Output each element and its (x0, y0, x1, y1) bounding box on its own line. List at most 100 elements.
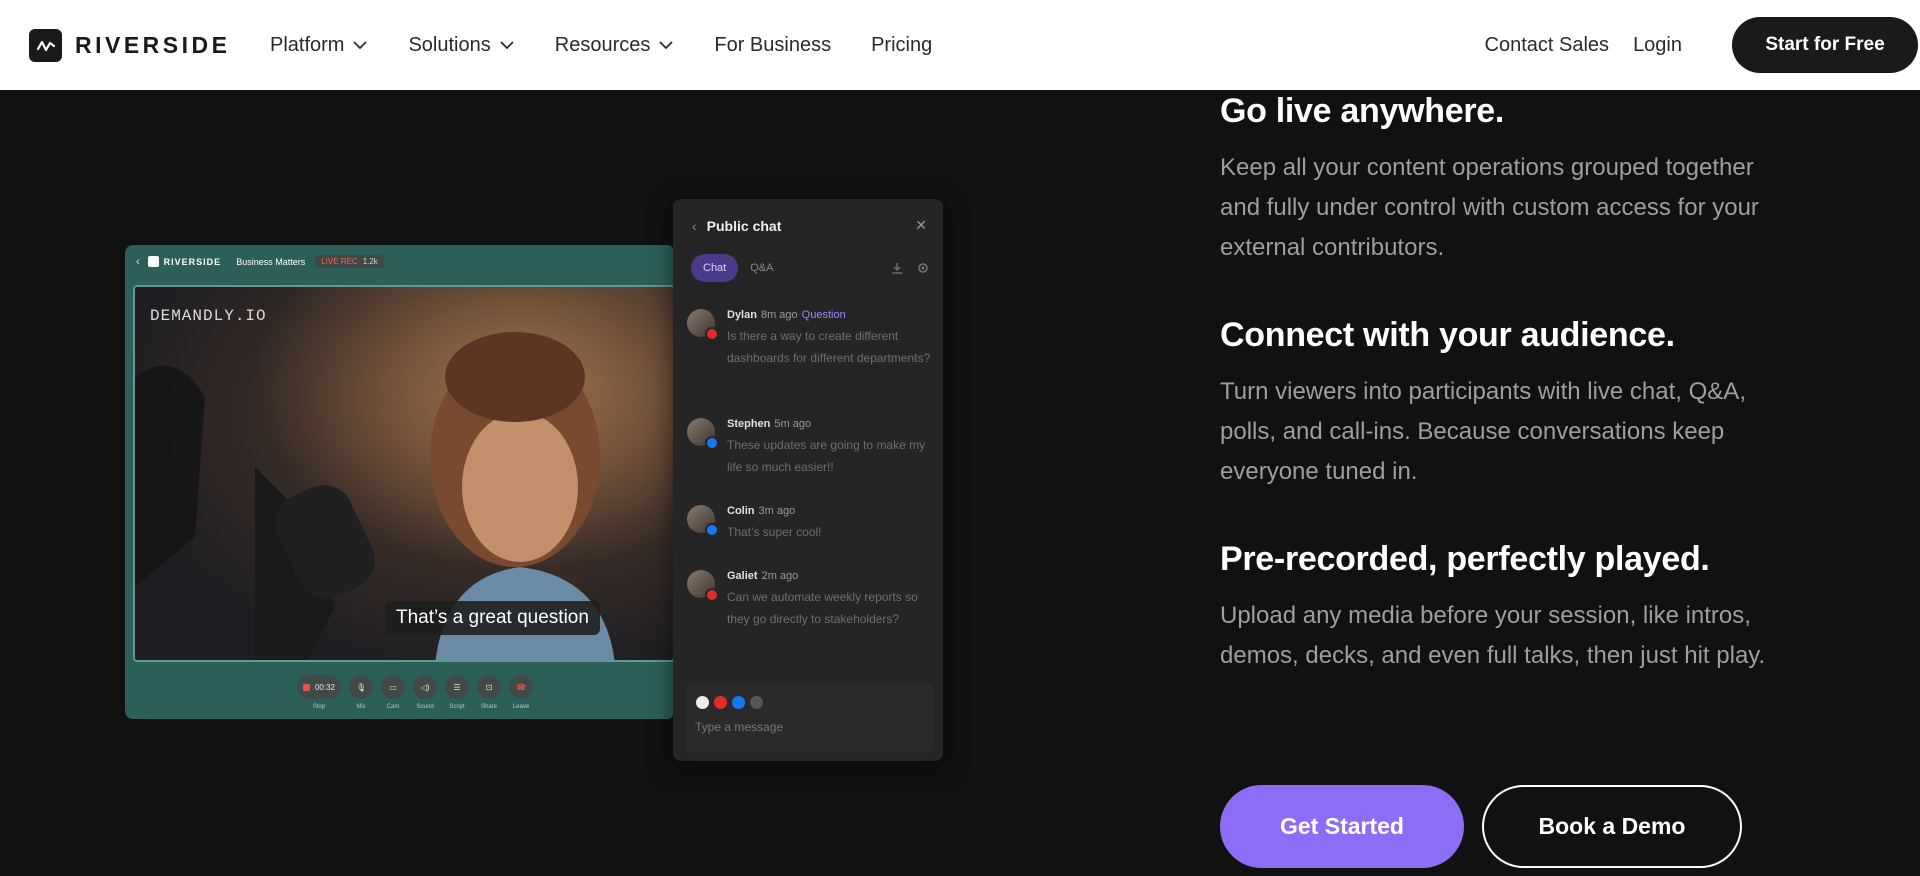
back-icon[interactable]: ‹ (692, 218, 697, 234)
message-time: 8m ago (760, 309, 798, 321)
hang-up-icon: ☎ (509, 675, 534, 699)
control-label: Stop (312, 704, 326, 710)
message-time: 2m ago (761, 570, 799, 582)
studio-controls: 00:32 Stop 🎙︎ Mic ▭ Cam ◁) Sound ☰ Scrip… (125, 661, 675, 719)
camera-icon: ▭ (381, 675, 406, 699)
contact-sales-link[interactable]: Contact Sales (1485, 34, 1610, 57)
back-icon[interactable]: ‹ (136, 256, 140, 268)
feature-title: Go live anywhere. (1220, 92, 1505, 130)
nav-item-label: Platform (270, 33, 345, 56)
gear-icon[interactable] (917, 262, 929, 274)
video-feed: DEMANDLY.IO That’s a great question (133, 285, 675, 662)
feature-body: Turn viewers into participants with live… (1220, 378, 1746, 485)
viewer-count: 1.2k (362, 257, 378, 266)
cam-control[interactable]: ▭ Cam (381, 675, 406, 710)
nav-item-label: Pricing (871, 33, 933, 56)
question-tag: Question (801, 309, 846, 321)
riverside-logo[interactable]: RIVERSIDE (29, 29, 230, 62)
nav-item-platform[interactable]: Platform (270, 34, 368, 57)
watermark: DEMANDLY.IO (150, 307, 267, 325)
nav-item-label: Solutions (408, 33, 491, 56)
chevron-down-icon (499, 40, 515, 50)
chat-message: Stephen 5m ago These updates are going to… (687, 418, 933, 478)
facebook-icon (731, 695, 746, 710)
message-text: That’s super cool! (727, 525, 822, 539)
control-label: Sound (416, 704, 434, 710)
nav-links: Platform Solutions Resources For Busines… (270, 0, 972, 90)
message-author: Dylan (727, 309, 757, 321)
feature-title: Connect with your audience. (1220, 316, 1675, 354)
get-started-button[interactable]: Get Started (1220, 785, 1464, 868)
tab-qa[interactable]: Q&A (750, 262, 773, 274)
message-time: 3m ago (758, 505, 796, 517)
nav-item-pricing[interactable]: Pricing (871, 34, 932, 57)
youtube-icon (705, 327, 719, 341)
control-label: Cam (386, 704, 400, 710)
logo-text: RIVERSIDE (75, 32, 231, 58)
tab-chat[interactable]: Chat (691, 254, 739, 282)
sound-control[interactable]: ◁) Sound (413, 675, 438, 710)
studio-brand: RIVERSIDE (163, 256, 222, 267)
share-screen-icon: ⊡ (477, 675, 502, 699)
mic-control[interactable]: 🎙︎ Mic (349, 675, 374, 710)
chat-header: ‹ Public chat ✕ (692, 217, 927, 234)
live-rec-badge[interactable]: LIVE REC 1.2k (315, 255, 384, 268)
book-demo-button[interactable]: Book a Demo (1482, 785, 1742, 868)
message-text: Can we automate weekly reports so they g… (727, 590, 918, 626)
close-icon[interactable]: ✕ (915, 217, 927, 234)
facebook-icon (705, 436, 719, 450)
nav-item-resources[interactable]: Resources (555, 34, 675, 57)
studio-header: ‹ RIVERSIDE Business Matters LIVE REC 1.… (125, 245, 675, 278)
nav-item-solutions[interactable]: Solutions (408, 34, 514, 57)
speaker-icon: ◁) (413, 675, 438, 699)
chat-message: Galiet 2m ago Can we automate weekly repo… (687, 570, 933, 630)
record-icon (302, 683, 310, 691)
live-rec-label: LIVE REC (321, 257, 358, 266)
message-text: These updates are going to make my life … (727, 438, 926, 474)
control-label: Script (449, 704, 465, 710)
nav-actions: Contact Sales Login Start for Free (1485, 0, 1920, 90)
script-control[interactable]: ☰ Script (445, 675, 470, 710)
leave-control[interactable]: ☎ Leave (509, 675, 534, 710)
chat-message: Dylan 8m ago Question Is there a way to cr… (687, 309, 933, 369)
source-selector[interactable] (695, 695, 767, 710)
control-label: Leave (512, 704, 530, 710)
chevron-down-icon (658, 40, 674, 50)
message-time: 5m ago (774, 418, 812, 430)
project-name: Business Matters (236, 256, 306, 267)
chat-message-input[interactable]: Type a message (685, 683, 933, 753)
stop-control[interactable]: 00:32 Stop (296, 675, 342, 710)
nav-item-for-business[interactable]: For Business (714, 34, 831, 57)
studio-preview: ‹ RIVERSIDE Business Matters LIVE REC 1.… (125, 245, 675, 719)
control-label: Share (481, 704, 498, 710)
message-text: Is there a way to create different dashb… (727, 329, 931, 365)
control-label: Mic (356, 704, 366, 710)
start-for-free-button[interactable]: Start for Free (1732, 17, 1918, 73)
download-icon[interactable] (891, 262, 903, 274)
message-author: Colin (727, 505, 755, 517)
chevron-down-icon (352, 40, 368, 50)
chat-message: Colin 3m ago That’s super cool! (687, 505, 933, 543)
feature-body: Upload any media before your session, li… (1220, 602, 1766, 669)
message-author: Stephen (727, 418, 771, 430)
facebook-icon (705, 523, 719, 537)
public-chat-panel: ‹ Public chat ✕ Chat Q&A Dylan 8m ago Ques… (673, 199, 943, 761)
share-control[interactable]: ⊡ Share (477, 675, 502, 710)
youtube-icon (705, 588, 719, 602)
feature-title: Pre-recorded, perfectly played. (1220, 540, 1710, 578)
message-placeholder: Type a message (695, 720, 784, 734)
mic-icon: 🎙︎ (349, 675, 374, 699)
avatar (687, 505, 719, 537)
caption-overlay: That’s a great question (385, 601, 600, 635)
nav-item-label: For Business (714, 33, 832, 56)
all-sources-icon (695, 695, 710, 710)
riverside-logo-icon (29, 29, 62, 62)
timer: 00:32 (314, 682, 336, 692)
avatar (687, 309, 719, 341)
chat-title: Public chat (706, 217, 782, 234)
avatar (687, 570, 719, 602)
login-link[interactable]: Login (1633, 34, 1682, 57)
chat-tabs: Chat Q&A (691, 254, 929, 282)
top-nav: RIVERSIDE Platform Solutions Resources F… (0, 0, 1920, 90)
youtube-icon (713, 695, 728, 710)
